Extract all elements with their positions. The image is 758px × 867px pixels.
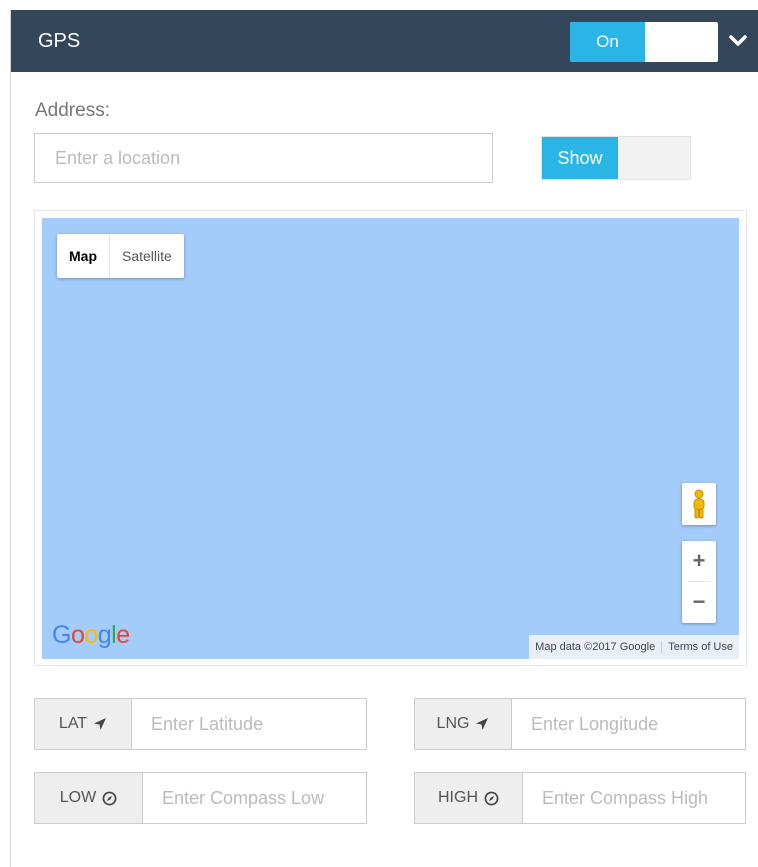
compass-low-addon: LOW	[35, 773, 143, 823]
compass-high-group: HIGH	[414, 772, 746, 824]
google-logo-letter: o	[84, 621, 98, 649]
compass-high-label: HIGH	[438, 789, 478, 806]
latitude-addon: LAT	[35, 699, 132, 749]
show-toggle[interactable]: Show	[541, 136, 691, 180]
longitude-input[interactable]	[512, 699, 745, 749]
panel-title: GPS	[38, 30, 81, 52]
chevron-down-icon[interactable]	[727, 30, 749, 52]
panel-header: GPS On	[11, 10, 758, 72]
navigation-arrow-icon	[94, 718, 107, 730]
compass-low-input[interactable]	[143, 773, 366, 823]
map-canvas[interactable]: Map Satellite + − Google Map data ©2017 …	[42, 218, 739, 659]
google-logo-letter: e	[116, 621, 130, 649]
terms-of-use-link[interactable]: Terms of Use	[661, 641, 739, 653]
pegman-icon[interactable]	[682, 483, 716, 525]
address-label: Address:	[35, 100, 110, 121]
compass-low-group: LOW	[34, 772, 367, 824]
longitude-label: LNG	[436, 715, 470, 732]
compass-high-addon: HIGH	[415, 773, 523, 823]
google-logo-letter: G	[52, 621, 71, 649]
compass-low-label: LOW	[59, 789, 97, 806]
map-type-satellite-button[interactable]: Satellite	[110, 234, 184, 278]
compass-high-input[interactable]	[523, 773, 745, 823]
compass-icon	[102, 791, 117, 805]
compass-icon	[484, 791, 499, 805]
latitude-group: LAT	[34, 698, 367, 750]
gps-toggle-on-label: On	[570, 22, 645, 62]
zoom-out-button[interactable]: −	[682, 582, 716, 622]
map-data-credit: Map data ©2017 Google	[535, 641, 656, 653]
latitude-input[interactable]	[132, 699, 366, 749]
map-container: Map Satellite + − Google Map data ©2017 …	[34, 210, 747, 666]
map-attribution: Map data ©2017 Google Terms of Use	[529, 635, 739, 659]
zoom-in-button[interactable]: +	[682, 541, 716, 581]
google-logo-letter: g	[97, 621, 112, 649]
zoom-control: + −	[682, 541, 716, 623]
navigation-arrow-icon	[476, 718, 489, 730]
google-logo-letter: o	[70, 621, 85, 649]
address-input[interactable]	[34, 133, 493, 183]
longitude-addon: LNG	[415, 699, 512, 749]
show-toggle-label: Show	[542, 137, 618, 179]
gps-panel: GPS On Address: Show Map Satellite	[10, 10, 758, 867]
google-logo: Google	[52, 621, 130, 650]
longitude-group: LNG	[414, 698, 746, 750]
map-type-control: Map Satellite	[57, 234, 184, 278]
latitude-label: LAT	[58, 715, 88, 732]
map-type-map-button[interactable]: Map	[57, 234, 110, 278]
gps-toggle[interactable]: On	[570, 22, 718, 62]
